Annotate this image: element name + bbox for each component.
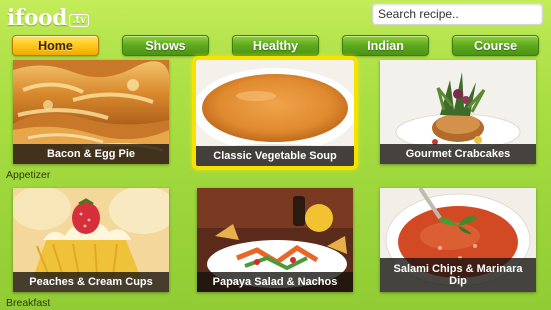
search-input[interactable] [378, 7, 542, 21]
recipe-title: Classic Vegetable Soup [196, 146, 354, 166]
recipe-card-gourmet-crabcakes[interactable]: Gourmet Crabcakes [380, 60, 536, 164]
recipe-card-peaches-cream-cups[interactable]: Peaches & Cream Cups [13, 188, 169, 292]
tab-healthy[interactable]: Healthy [232, 35, 319, 56]
logo-word: ifood [7, 5, 68, 31]
tab-course[interactable]: Course [452, 35, 539, 56]
recipe-title: Peaches & Cream Cups [13, 272, 169, 292]
logo-tld: .tv [69, 14, 89, 27]
recipe-title: Papaya Salad & Nachos [197, 272, 353, 292]
section-label-appetizer: Appetizer [6, 169, 51, 181]
ifood-logo[interactable]: ifood .tv [7, 4, 89, 30]
recipe-title: Bacon & Egg Pie [13, 144, 169, 164]
recipe-title: Gourmet Crabcakes [380, 144, 536, 164]
main-nav: Home Shows Healthy Indian Course [0, 35, 551, 57]
tab-shows[interactable]: Shows [122, 35, 209, 56]
recipe-card-salami-chips-marinara-dip[interactable]: Salami Chips & Marinara Dip [380, 188, 536, 292]
recipe-card-papaya-salad-nachos[interactable]: Papaya Salad & Nachos [197, 188, 353, 292]
section-label-breakfast: Breakfast [6, 297, 51, 309]
tab-indian[interactable]: Indian [342, 35, 429, 56]
app-screen: ifood .tv Home Shows Healthy Indian Cour… [0, 0, 551, 310]
recipe-card-bacon-egg-pie[interactable]: Bacon & Egg Pie [13, 60, 169, 164]
recipe-title: Salami Chips & Marinara Dip [380, 258, 536, 292]
search-box[interactable] [372, 3, 543, 25]
tab-home[interactable]: Home [12, 35, 99, 56]
recipe-card-classic-vegetable-soup[interactable]: Classic Vegetable Soup [192, 56, 358, 170]
